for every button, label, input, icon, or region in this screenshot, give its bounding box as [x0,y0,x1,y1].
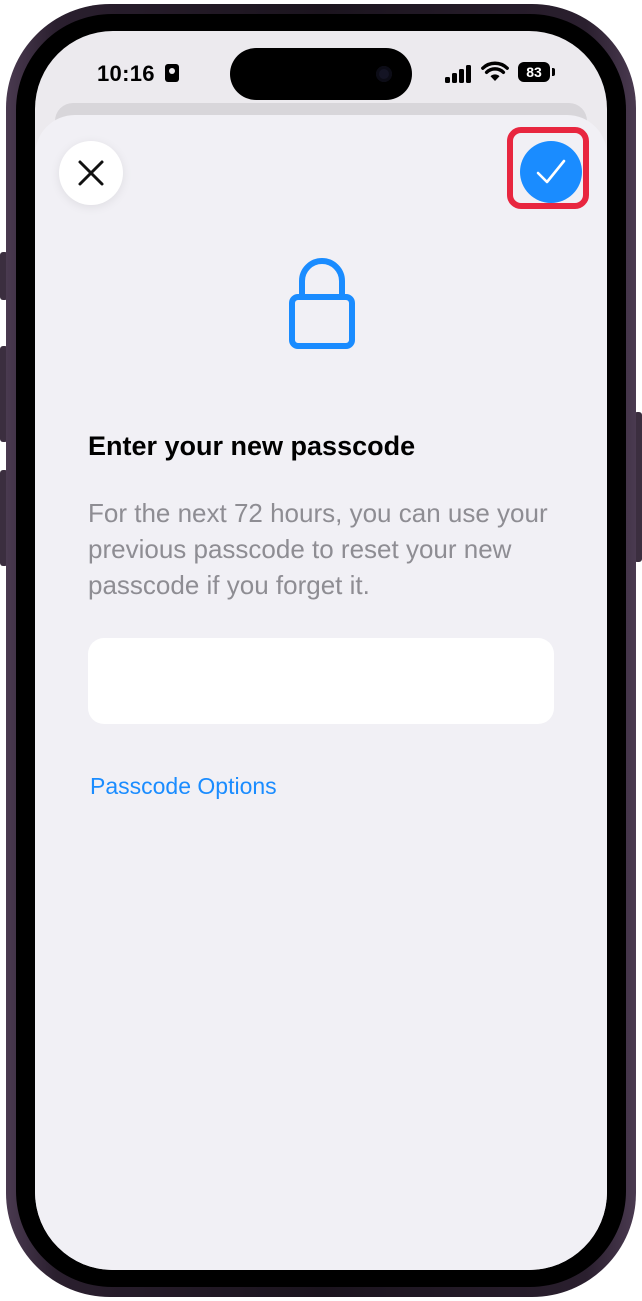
battery-icon: 83 [518,62,550,82]
page-title: Enter your new passcode [88,431,416,461]
page: 10:16 83 Enter your new passcode For the… [0,0,642,1301]
wifi-icon [481,61,509,81]
dynamic-island [230,48,412,100]
description-text: For the next 72 hours, you can use your … [88,498,548,600]
passcode-options-link[interactable]: Passcode Options [90,773,277,800]
close-icon [78,160,104,186]
done-button[interactable] [520,141,582,203]
close-button[interactable] [59,141,123,205]
camera-icon [376,66,392,82]
passcode-sheet: Enter your new passcode For the next 72 … [35,115,607,1270]
battery-cap [552,68,555,76]
phone-screen: 10:16 83 Enter your new passcode For the… [35,31,607,1270]
lock-icon [289,258,355,349]
id-card-icon [165,64,179,82]
signal-icon [445,65,473,83]
status-time: 10:16 [97,61,155,86]
checkmark-icon [536,159,566,184]
passcode-input[interactable] [88,638,554,724]
